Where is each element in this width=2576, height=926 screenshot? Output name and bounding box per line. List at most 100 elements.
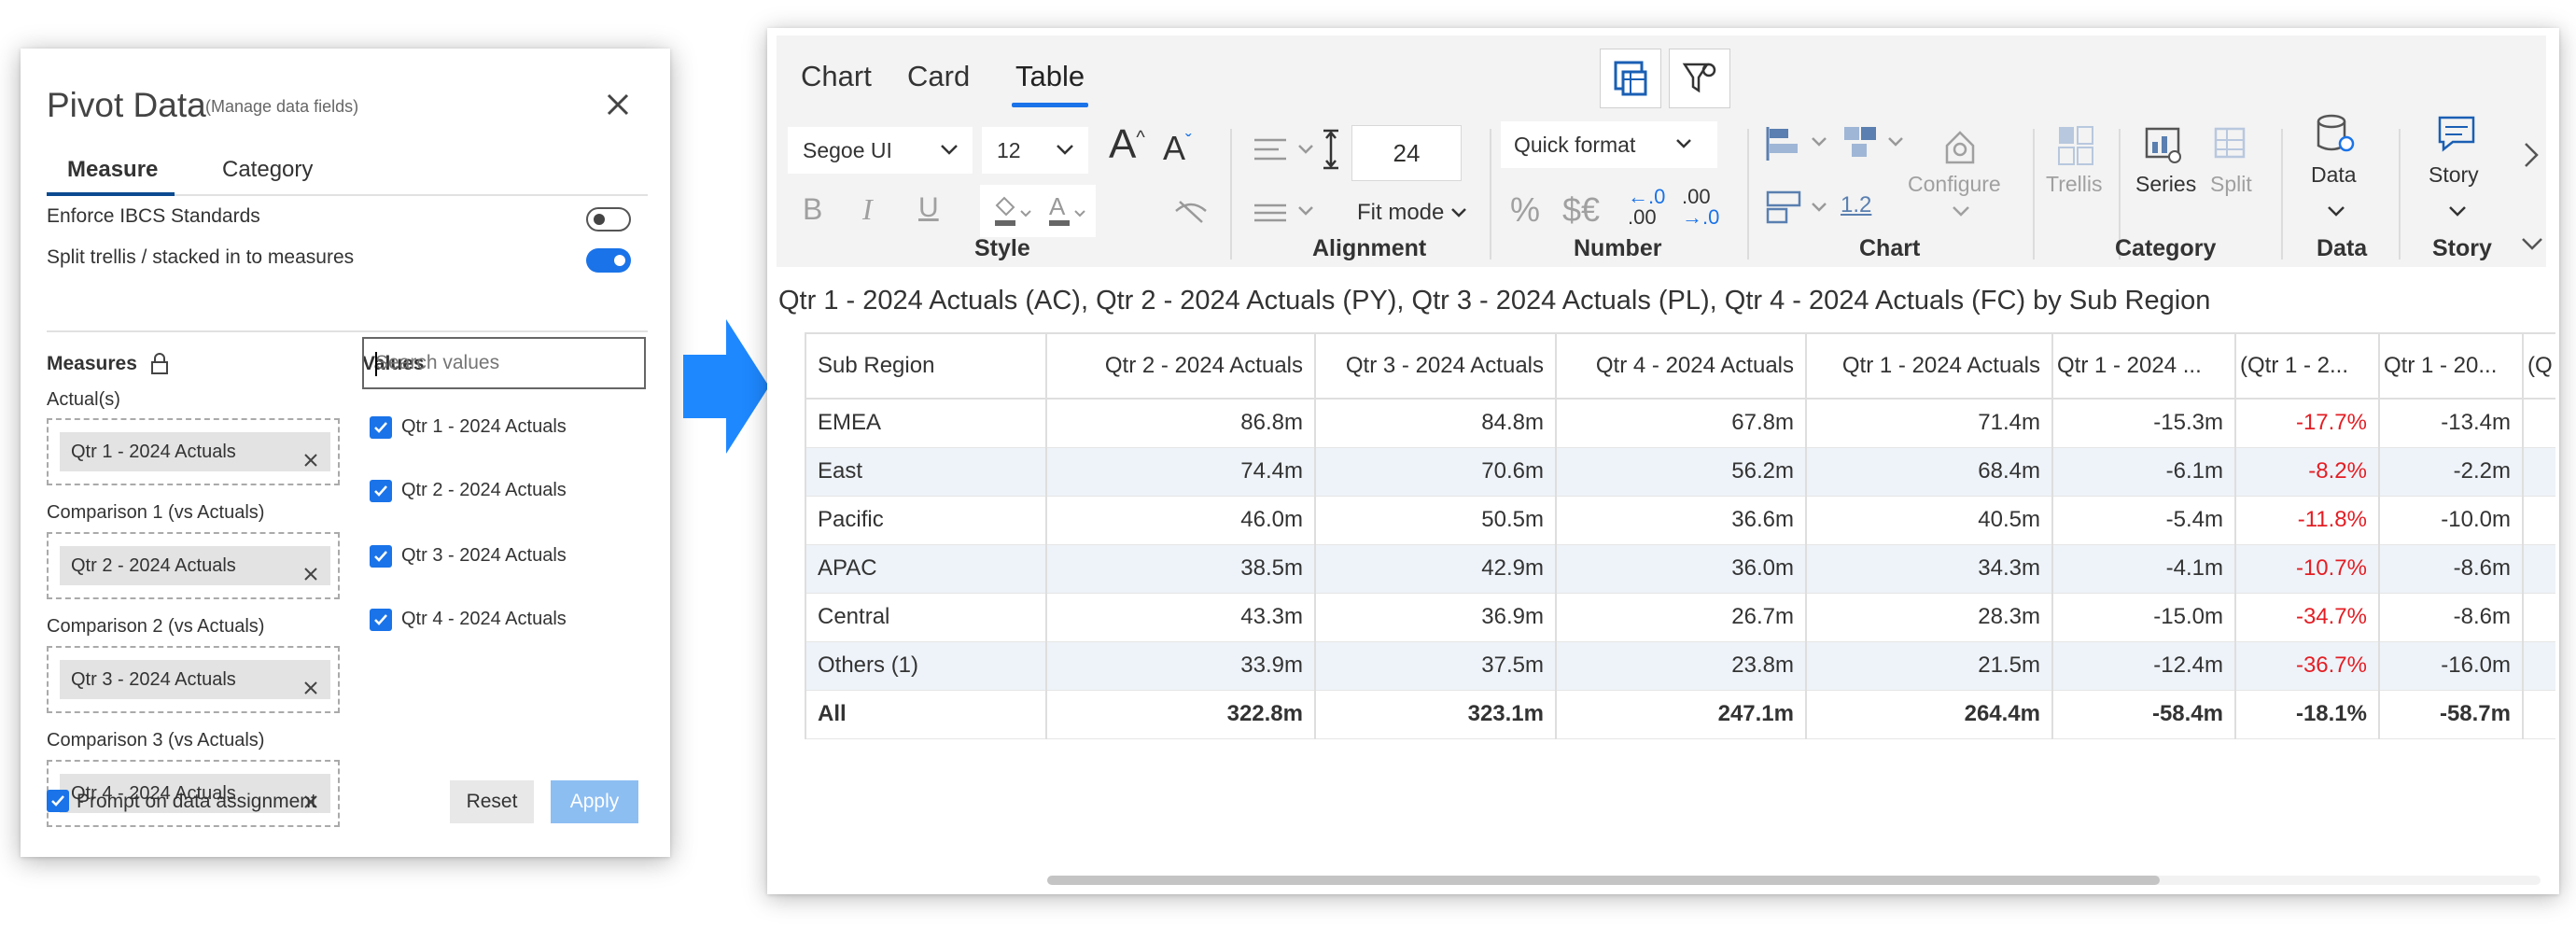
tab-measure[interactable]: Measure [46,157,175,196]
grow-font-icon[interactable]: A^ [1109,121,1145,168]
value-cell: -36.7% [2235,641,2380,691]
remove-icon[interactable] [302,671,319,694]
shrink-font-icon[interactable]: Aˇ [1163,129,1192,168]
value-cell: 84.8m [1315,399,1557,448]
collapse-ribbon-icon[interactable] [2520,235,2544,252]
chip-label: Qtr 2 - 2024 Actuals [71,555,236,576]
enforce-ibcs-toggle[interactable] [586,207,631,232]
bold-button[interactable]: B [803,192,822,227]
format-panel-button[interactable] [1600,49,1661,108]
table-visual-window: Chart Card Table Segoe UI 12 A^ Aˇ B I U… [767,28,2559,894]
decrease-decimal-bottom: .00 [1628,205,1657,229]
group-label-chart: Chart [1859,235,1921,261]
underline-button[interactable]: U [918,192,939,224]
tab-card[interactable]: Card [907,60,970,93]
chart-type-icon[interactable] [1764,123,1835,164]
data-button-label[interactable]: Data [2311,162,2357,188]
vertical-align-icon[interactable] [1251,194,1318,232]
tab-chart[interactable]: Chart [801,60,872,93]
measure-chip[interactable]: Qtr 3 - 2024 Actuals [60,660,330,699]
value-checkbox[interactable] [370,480,392,502]
trellis-icon[interactable] [2055,123,2096,168]
column-header[interactable]: Qtr 2 - 2024 Actuals [1046,332,1316,400]
chevron-down-icon [1451,208,1466,217]
chart-style-icon[interactable] [1764,189,1835,230]
horizontal-scrollbar[interactable] [1047,876,2541,885]
value-checkbox[interactable] [370,609,392,631]
split-icon[interactable] [2212,123,2253,168]
value-checkbox[interactable] [370,416,392,439]
tab-table[interactable]: Table [1011,60,1089,107]
decrease-decimal-button[interactable]: ←.0 .00 [1628,187,1665,228]
fill-color-icon[interactable] [984,185,1036,237]
split-label: Split [2210,172,2252,196]
value-cell: 38.5m [1046,544,1316,594]
value-cell: 264.4m [1806,690,2053,739]
value-cell: 37.5m [1315,641,1557,691]
data-label-button[interactable]: 1.2 [1841,192,1871,218]
font-family-dropdown[interactable]: Segoe UI [788,127,973,174]
remove-icon[interactable] [302,557,319,581]
font-size-dropdown[interactable]: 12 [982,127,1088,174]
search-field[interactable] [364,339,644,387]
hide-icon[interactable] [1172,194,1210,228]
filter-settings-button[interactable] [1669,49,1730,108]
value-cell: -10.0m [2379,496,2524,545]
value-cell: -34.7% [2235,593,2380,642]
region-cell: Pacific [805,496,1047,545]
chip-label: Qtr 1 - 2024 Actuals [71,442,236,462]
configure-label: Configure [1908,172,2001,196]
table-row: APAC 38.5m 42.9m 36.0m 34.3m -4.1m -10.7… [805,544,2555,594]
story-icon[interactable] [2436,114,2477,155]
increase-decimal-button[interactable]: .00 →.0 [1682,187,1719,228]
fit-mode-dropdown[interactable]: Fit mode [1357,200,1467,226]
percent-button[interactable]: % [1510,190,1540,230]
database-icon[interactable] [2313,112,2358,157]
series-icon[interactable] [2143,123,2184,168]
search-values-input[interactable] [362,337,646,389]
value-label: Qtr 4 - 2024 Actuals [401,609,567,629]
chevron-down-icon [1057,145,1073,155]
tab-category[interactable]: Category [222,157,313,183]
chevron-right-icon[interactable] [2522,140,2541,170]
column-header[interactable]: Qtr 1 - 2024 ... [2052,332,2236,400]
currency-button[interactable]: $€ [1562,190,1600,230]
row-height-input[interactable]: 24 [1351,125,1462,181]
split-trellis-toggle[interactable] [586,248,631,273]
total-row: All 322.8m 323.1m 247.1m 264.4m -58.4m -… [805,690,2555,739]
font-color-icon[interactable]: A [1040,185,1096,237]
column-header[interactable]: Qtr 1 - 20... [2379,332,2524,400]
italic-button[interactable]: I [862,192,873,227]
column-header[interactable]: Qtr 3 - 2024 Actuals [1315,332,1557,400]
prompt-checkbox[interactable] [47,790,69,812]
column-header[interactable]: Sub Region [805,332,1047,400]
lock-icon[interactable] [149,353,170,375]
apply-button[interactable]: Apply [551,780,638,823]
value-cell [2523,690,2555,739]
value-checkbox[interactable] [370,545,392,568]
close-icon[interactable] [601,88,635,121]
reset-button[interactable]: Reset [450,780,534,823]
value-cell: -8.6m [2379,544,2524,594]
column-header[interactable]: Qtr 4 - 2024 Actuals [1556,332,1807,400]
scrollbar-thumb[interactable] [1047,876,2160,885]
table-row: Others (1) 33.9m 37.5m 23.8m 21.5m -12.4… [805,641,2555,691]
slot-label-comparison-2: Comparison 2 (vs Actuals) [47,616,265,637]
measure-chip[interactable]: Qtr 2 - 2024 Actuals [60,546,330,585]
story-button-label[interactable]: Story [2429,162,2479,188]
column-header[interactable]: (Qtr 1 - 2... [2235,332,2380,400]
dropzone-comparison-1[interactable]: Qtr 2 - 2024 Actuals [47,532,340,599]
chart-layout-icon[interactable] [1841,123,1911,164]
dropzone-comparison-2[interactable]: Qtr 3 - 2024 Actuals [47,646,340,713]
column-header[interactable]: (Q [2523,332,2555,400]
quick-format-dropdown[interactable]: Quick format [1501,121,1717,168]
measure-chip[interactable]: Qtr 1 - 2024 Actuals [60,432,330,471]
region-cell: Central [805,593,1047,642]
value-cell: 34.3m [1806,544,2053,594]
horizontal-align-icon[interactable] [1251,133,1318,170]
configure-icon[interactable] [1941,127,1979,168]
remove-icon[interactable] [302,443,319,467]
table-row: EMEA 86.8m 84.8m 67.8m 71.4m -15.3m -17.… [805,399,2555,448]
dropzone-actuals[interactable]: Qtr 1 - 2024 Actuals [47,418,340,485]
column-header[interactable]: Qtr 1 - 2024 Actuals [1806,332,2053,400]
